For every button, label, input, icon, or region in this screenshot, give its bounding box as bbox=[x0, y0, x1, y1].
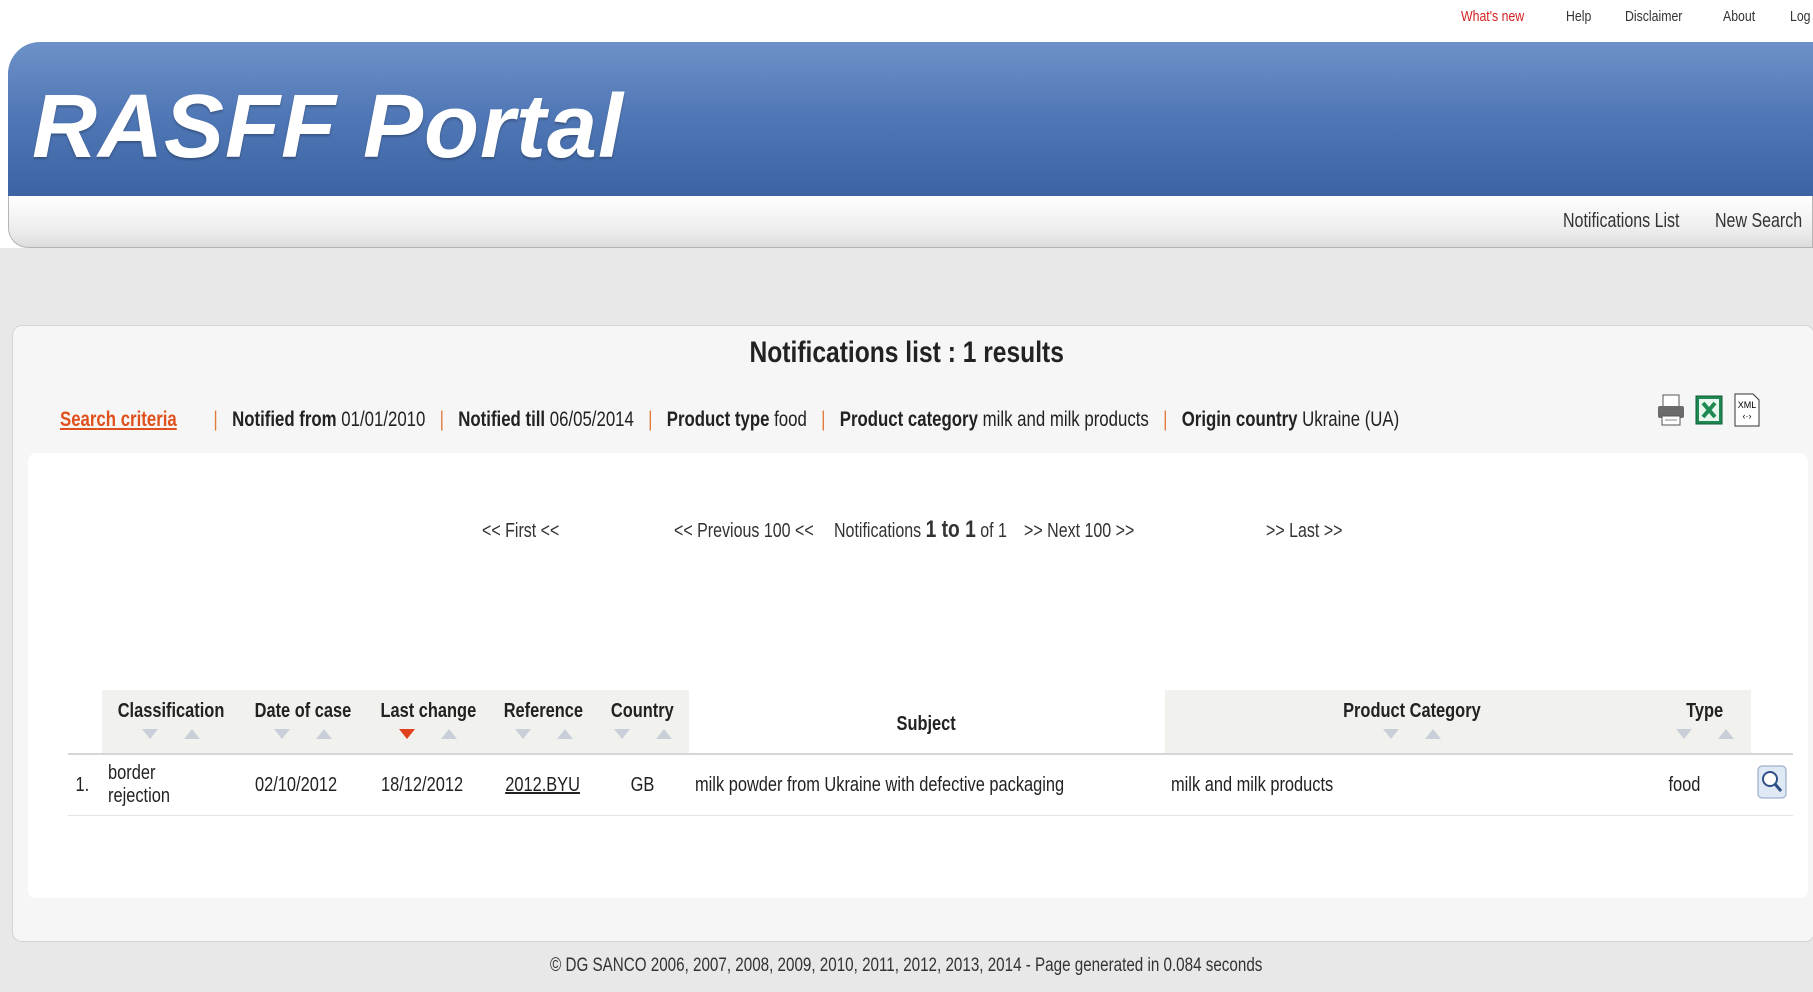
table-row[interactable]: 1. border rejection 02/10/2012 18/12/201… bbox=[68, 753, 1793, 816]
sort-asc-icon[interactable] bbox=[655, 729, 672, 739]
excel-icon[interactable] bbox=[1694, 392, 1724, 428]
sort-asc-icon[interactable] bbox=[556, 729, 573, 739]
pager-total: of 1 bbox=[980, 520, 1007, 542]
sort-desc-icon[interactable] bbox=[273, 729, 290, 739]
site-title: RASFF Portal bbox=[32, 77, 625, 177]
column-label: Reference bbox=[503, 700, 584, 722]
sort-asc-icon[interactable] bbox=[1717, 729, 1734, 739]
criteria-value-product-type: food bbox=[774, 408, 807, 431]
sort-controls bbox=[370, 729, 487, 739]
pager-previous-link[interactable]: << Previous 100 << bbox=[674, 520, 814, 543]
criteria-value-notified-from: 01/01/2010 bbox=[341, 408, 426, 431]
criteria-value-origin-country: Ukraine (UA) bbox=[1302, 408, 1400, 431]
pager-last-link[interactable]: >> Last >> bbox=[1266, 520, 1343, 543]
svg-text:XML: XML bbox=[1738, 400, 1757, 410]
criteria-separator: | bbox=[1163, 408, 1168, 431]
criteria-label-product-type: Product type bbox=[666, 408, 770, 431]
sort-controls bbox=[244, 729, 362, 739]
column-header-classification: Classification bbox=[102, 690, 241, 754]
criteria-separator: | bbox=[213, 408, 218, 431]
pager-range: 1 to 1 bbox=[925, 516, 976, 543]
sort-asc-icon[interactable] bbox=[315, 729, 332, 739]
cell-country: GB bbox=[596, 753, 689, 816]
sort-controls bbox=[106, 729, 236, 739]
cell-type: food bbox=[1658, 753, 1751, 816]
sort-asc-icon[interactable] bbox=[1424, 729, 1441, 739]
column-label: Last change bbox=[380, 700, 477, 722]
column-header-product-category: Product Category bbox=[1164, 690, 1659, 754]
page-title: Notifications list : 1 results bbox=[0, 336, 1813, 370]
sort-controls bbox=[495, 729, 593, 739]
results-table: Classification Date of case Last change … bbox=[68, 690, 1793, 816]
criteria-label-notified-till: Notified till bbox=[458, 408, 546, 431]
index-header bbox=[68, 690, 102, 754]
page-title-text: Notifications list : 1 results bbox=[749, 336, 1064, 369]
login-link[interactable]: Log in bbox=[1790, 8, 1813, 28]
sort-controls bbox=[601, 729, 685, 739]
sort-desc-icon[interactable] bbox=[514, 729, 531, 739]
export-icons: XML ‹·› bbox=[1656, 392, 1762, 428]
action-header bbox=[1750, 690, 1793, 754]
search-criteria-bar: Search criteria | Notified from 01/01/20… bbox=[60, 408, 1399, 432]
column-label: Subject bbox=[896, 713, 957, 735]
sort-desc-icon[interactable] bbox=[613, 729, 630, 739]
column-header-last-change: Last change bbox=[365, 690, 491, 754]
column-label: Date of case bbox=[254, 700, 352, 722]
reference-link[interactable]: 2012.BYU bbox=[505, 774, 580, 797]
sort-desc-icon[interactable] bbox=[1675, 729, 1692, 739]
footer-text: © DG SANCO 2006, 2007, 2008, 2009, 2010,… bbox=[550, 955, 1263, 976]
print-icon[interactable] bbox=[1656, 392, 1686, 428]
criteria-separator: | bbox=[439, 408, 445, 431]
criteria-label-origin-country: Origin country bbox=[1181, 408, 1298, 431]
criteria-value-product-category: milk and milk products bbox=[982, 408, 1149, 431]
magnifier-icon[interactable] bbox=[1757, 765, 1787, 799]
sort-controls bbox=[1663, 729, 1747, 739]
nav-bar: Notifications List New Search bbox=[8, 196, 1813, 248]
notifications-list-link[interactable]: Notifications List bbox=[1563, 210, 1680, 233]
column-label: Country bbox=[611, 700, 675, 722]
about-link[interactable]: About bbox=[1723, 8, 1755, 28]
pager-first-link[interactable]: << First << bbox=[482, 520, 559, 543]
cell-classification: border rejection bbox=[102, 753, 241, 816]
criteria-label-product-category: Product category bbox=[839, 408, 978, 431]
column-header-date-of-case: Date of case bbox=[240, 690, 366, 754]
cell-details bbox=[1750, 753, 1793, 816]
sort-asc-icon[interactable] bbox=[184, 729, 201, 739]
column-header-subject: Subject bbox=[688, 690, 1165, 754]
cell-date-of-case: 02/10/2012 bbox=[240, 753, 366, 816]
cell-subject: milk powder from Ukraine with defective … bbox=[688, 753, 1165, 816]
column-label: Type bbox=[1686, 700, 1724, 722]
sort-controls bbox=[1169, 729, 1655, 739]
cell-product-category: milk and milk products bbox=[1164, 753, 1659, 816]
pager-status: Notifications 1 to 1 of 1 bbox=[834, 516, 1007, 544]
svg-text:‹·›: ‹·› bbox=[1743, 411, 1752, 421]
xml-icon[interactable]: XML ‹·› bbox=[1732, 392, 1762, 428]
column-header-country: Country bbox=[596, 690, 689, 754]
footer: © DG SANCO 2006, 2007, 2008, 2009, 2010,… bbox=[0, 955, 1813, 977]
whats-new-link[interactable]: What's new bbox=[1461, 8, 1524, 28]
sort-desc-active-icon[interactable] bbox=[399, 729, 416, 739]
column-header-reference: Reference bbox=[490, 690, 597, 754]
cell-reference: 2012.BYU bbox=[490, 753, 597, 816]
cell-last-change: 18/12/2012 bbox=[365, 753, 491, 816]
criteria-separator: | bbox=[648, 408, 653, 431]
column-header-type: Type bbox=[1658, 690, 1751, 754]
sort-desc-icon[interactable] bbox=[1382, 729, 1399, 739]
criteria-label-notified-from: Notified from bbox=[232, 408, 337, 431]
top-links: What's new Help Disclaimer About Log in bbox=[1433, 8, 1813, 28]
new-search-link[interactable]: New Search bbox=[1715, 210, 1802, 233]
criteria-separator: | bbox=[821, 408, 826, 431]
row-index: 1. bbox=[68, 753, 102, 816]
search-criteria-link[interactable]: Search criteria bbox=[60, 408, 177, 431]
criteria-value-notified-till: 06/05/2014 bbox=[549, 408, 634, 431]
help-link[interactable]: Help bbox=[1566, 8, 1591, 28]
pager-next-link[interactable]: >> Next 100 >> bbox=[1024, 520, 1134, 543]
disclaimer-link[interactable]: Disclaimer bbox=[1625, 8, 1682, 28]
table-header-row: Classification Date of case Last change … bbox=[68, 690, 1793, 754]
sort-desc-icon[interactable] bbox=[142, 729, 159, 739]
sort-asc-icon[interactable] bbox=[441, 729, 458, 739]
pager-prefix: Notifications bbox=[834, 520, 922, 542]
column-label: Product Category bbox=[1342, 700, 1481, 722]
column-label: Classification bbox=[117, 700, 225, 722]
